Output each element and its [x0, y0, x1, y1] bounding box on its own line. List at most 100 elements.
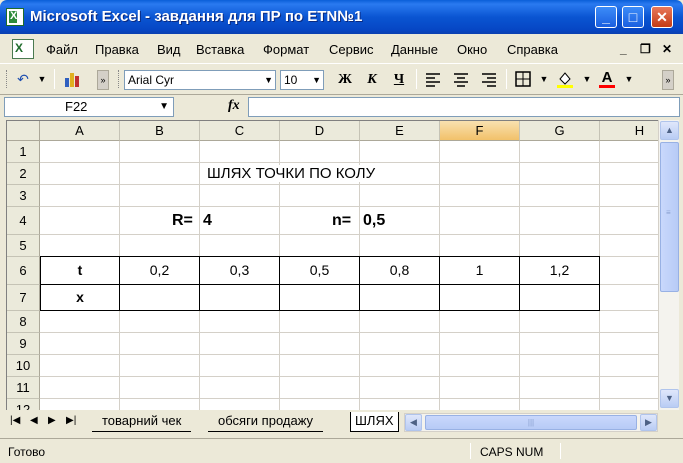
- column-header-f[interactable]: F: [440, 121, 520, 141]
- column-header-g[interactable]: G: [520, 121, 600, 141]
- row-header-6[interactable]: 6: [7, 257, 40, 285]
- underline-button[interactable]: Ч: [389, 70, 409, 90]
- menu-service[interactable]: Сервис: [329, 42, 374, 57]
- table-label-x[interactable]: x: [40, 284, 120, 311]
- t-value-cell[interactable]: 0,3: [199, 256, 280, 285]
- workbook-icon[interactable]: [12, 39, 34, 59]
- font-color-icon[interactable]: A: [598, 70, 616, 88]
- borders-icon[interactable]: [514, 70, 532, 88]
- column-header-h[interactable]: H: [600, 121, 658, 141]
- sheet-tab-receipt[interactable]: товарний чек: [92, 412, 192, 432]
- x-value-cell[interactable]: [199, 284, 280, 311]
- scroll-left-button[interactable]: ◀: [405, 414, 422, 431]
- toolbar-overflow-chevron-2[interactable]: »: [662, 70, 674, 90]
- name-box[interactable]: F22 ▼: [4, 97, 174, 117]
- row-header-8[interactable]: 8: [7, 311, 40, 333]
- close-button[interactable]: ✕: [651, 6, 673, 28]
- row-header-12[interactable]: 12: [7, 399, 40, 410]
- x-value-cell[interactable]: [279, 284, 360, 311]
- row-header-11[interactable]: 11: [7, 377, 40, 399]
- t-value-cell[interactable]: 0,2: [119, 256, 200, 285]
- x-value-cell[interactable]: [119, 284, 200, 311]
- horizontal-scroll-thumb[interactable]: |||: [425, 415, 637, 430]
- t-value-cell[interactable]: 0,8: [359, 256, 440, 285]
- r-value-cell[interactable]: 4: [203, 212, 212, 230]
- align-center-icon[interactable]: [452, 70, 470, 88]
- n-label-cell[interactable]: n=: [332, 212, 352, 230]
- column-header-e[interactable]: E: [360, 121, 440, 141]
- sheet-tab-sales[interactable]: обсяги продажу: [208, 412, 324, 432]
- row-header-1[interactable]: 1: [7, 141, 40, 163]
- row-header-5[interactable]: 5: [7, 235, 40, 257]
- row-header-2[interactable]: 2: [7, 163, 40, 185]
- insert-function-icon[interactable]: fx: [228, 98, 240, 114]
- row-header-7[interactable]: 7: [7, 285, 40, 311]
- menu-file[interactable]: Файл: [46, 42, 78, 57]
- doc-minimize-button[interactable]: _: [620, 42, 627, 56]
- fill-color-icon[interactable]: [556, 70, 574, 88]
- column-header-d[interactable]: D: [280, 121, 360, 141]
- last-sheet-icon[interactable]: ▶|: [66, 415, 76, 426]
- scroll-up-button[interactable]: ▲: [660, 121, 679, 140]
- x-value-cell[interactable]: [519, 284, 600, 311]
- font-name-select[interactable]: Arial Cyr ▼: [124, 70, 276, 90]
- menu-data[interactable]: Данные: [391, 42, 438, 57]
- menu-bar: Файл Правка Вид Вставка Формат Сервис Да…: [0, 34, 683, 64]
- borders-dropdown-icon[interactable]: ▼: [535, 70, 553, 88]
- t-value-cell[interactable]: 1: [439, 256, 520, 285]
- excel-app-icon[interactable]: [6, 8, 24, 26]
- align-left-icon[interactable]: [424, 70, 442, 88]
- prev-sheet-icon[interactable]: ◀: [30, 415, 38, 426]
- t-value-cell[interactable]: 1,2: [519, 256, 600, 285]
- r-label-cell[interactable]: R=: [172, 212, 193, 230]
- column-header-b[interactable]: B: [120, 121, 200, 141]
- menu-edit[interactable]: Правка: [95, 42, 139, 57]
- column-header-c[interactable]: C: [200, 121, 280, 141]
- gridline: [40, 354, 658, 355]
- minimize-button[interactable]: _: [595, 6, 617, 28]
- menu-insert[interactable]: Вставка: [196, 42, 244, 57]
- menu-window[interactable]: Окно: [457, 42, 487, 57]
- menu-format[interactable]: Формат: [263, 42, 309, 57]
- column-header-a[interactable]: A: [40, 121, 120, 141]
- toolbar-separator: [54, 69, 55, 89]
- undo-icon[interactable]: ↶: [14, 70, 32, 88]
- first-sheet-icon[interactable]: |◀: [10, 415, 20, 426]
- fill-color-dropdown-icon[interactable]: ▼: [578, 70, 596, 88]
- row-header-3[interactable]: 3: [7, 185, 40, 207]
- row-header-10[interactable]: 10: [7, 355, 40, 377]
- maximize-button[interactable]: □: [622, 6, 644, 28]
- doc-close-button[interactable]: ✕: [662, 42, 672, 56]
- sheet-title-cell[interactable]: ШЛЯХ ТОЧКИ ПО КОЛУ: [207, 165, 376, 182]
- row-header-9[interactable]: 9: [7, 333, 40, 355]
- row-header-4[interactable]: 4: [7, 207, 40, 235]
- x-value-cell[interactable]: [439, 284, 520, 311]
- formula-input[interactable]: [248, 97, 680, 117]
- vertical-scrollbar[interactable]: ▲ ≡ ▼: [658, 120, 679, 410]
- doc-restore-button[interactable]: ❐: [640, 42, 651, 56]
- toolbar-grip[interactable]: [6, 70, 9, 88]
- scroll-down-button[interactable]: ▼: [660, 389, 679, 408]
- italic-button[interactable]: К: [362, 70, 382, 90]
- vertical-scroll-thumb[interactable]: ≡: [660, 142, 679, 292]
- x-value-cell[interactable]: [359, 284, 440, 311]
- menu-help[interactable]: Справка: [507, 42, 558, 57]
- t-value-cell[interactable]: 0,5: [279, 256, 360, 285]
- horizontal-scrollbar[interactable]: ◀ ||| ▶: [404, 413, 658, 432]
- toolbar-overflow-chevron[interactable]: »: [97, 70, 109, 90]
- table-label-t[interactable]: t: [40, 256, 120, 285]
- spreadsheet-grid[interactable]: A B C D E F G H 1 2 3 4 5 6 7 8 9 10 11 …: [6, 120, 658, 410]
- scroll-right-button[interactable]: ▶: [640, 414, 657, 431]
- font-color-dropdown-icon[interactable]: ▼: [620, 70, 638, 88]
- next-sheet-icon[interactable]: ▶: [48, 415, 56, 426]
- menu-view[interactable]: Вид: [157, 42, 181, 57]
- select-all-corner[interactable]: [7, 121, 40, 141]
- undo-dropdown-icon[interactable]: ▼: [33, 70, 51, 88]
- font-size-select[interactable]: 10 ▼: [280, 70, 324, 90]
- n-value-cell[interactable]: 0,5: [363, 212, 386, 230]
- sheet-tab-path[interactable]: ШЛЯХ: [350, 412, 399, 432]
- align-right-icon[interactable]: [480, 70, 498, 88]
- bold-button[interactable]: Ж: [335, 70, 355, 90]
- chart-wizard-icon[interactable]: [64, 70, 82, 88]
- toolbar-grip-2[interactable]: [118, 70, 121, 88]
